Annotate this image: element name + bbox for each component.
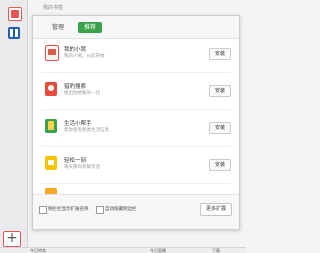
reader-icon[interactable] [8,27,20,39]
status-left[interactable]: 今日特卖 [30,248,46,253]
popup-footer: 侧栏栏显示扩展名称 自动隐藏侧边栏 更多扩展 [33,195,239,229]
item-desc: 我的小窝，从此开始 [64,54,105,59]
popup-tabs: 管理 推荐 [33,16,239,39]
status-right[interactable]: 下载 [212,248,220,253]
item-desc: 帮你查询各类生活信息 [64,128,109,133]
item-name: 轻松一刻 [64,158,87,164]
item-name: 我的小窝 [64,47,87,53]
list-item: 生活小帮手 帮你查询各类生活信息 安装 [41,114,231,147]
tab-manage[interactable]: 管理 [41,22,75,33]
install-button[interactable]: 安装 [209,85,231,97]
show-names-checkbox[interactable] [39,206,47,214]
list-item: 轻松一刻 每天都有新鲜笑话 安装 [41,151,231,184]
smile-icon [45,156,57,170]
status-mid[interactable]: 今日直播 [150,248,166,253]
status-bar: 今日特卖 今日直播 下载 [0,247,246,253]
search-app-icon [45,82,57,96]
install-button[interactable]: 安装 [209,159,231,171]
list-item: 我的小窝 我的小窝，从此开始 安装 [41,40,231,73]
tab-recommend[interactable]: 推荐 [78,22,102,33]
show-names-label: 侧栏栏显示扩展名称 [48,207,89,212]
favorites-icon[interactable] [8,7,22,21]
install-button[interactable]: 安装 [209,48,231,60]
helper-icon [45,119,57,133]
install-button[interactable]: 安装 [209,122,231,134]
gift-icon [45,45,59,61]
list-item: 猎豹搜索 搜出你想要的一切 安装 [41,77,231,110]
auto-hide-label: 自动隐藏侧边栏 [105,207,137,212]
left-sidebar: + [0,0,28,252]
item-desc: 搜出你想要的一切 [64,91,100,96]
background-title: 我的书签 [43,5,64,11]
item-name: 猎豹搜索 [64,84,87,90]
extensions-popup: 管理 推荐 我的小窝 我的小窝，从此开始 安装 猎豹搜索 搜出你想要的一切 安装… [32,15,240,230]
item-name: 生活小帮手 [64,121,92,127]
auto-hide-checkbox[interactable] [96,206,104,214]
item-desc: 每天都有新鲜笑话 [64,165,100,170]
add-extension-button[interactable]: + [3,231,21,247]
more-extensions-button[interactable]: 更多扩展 [200,203,232,216]
